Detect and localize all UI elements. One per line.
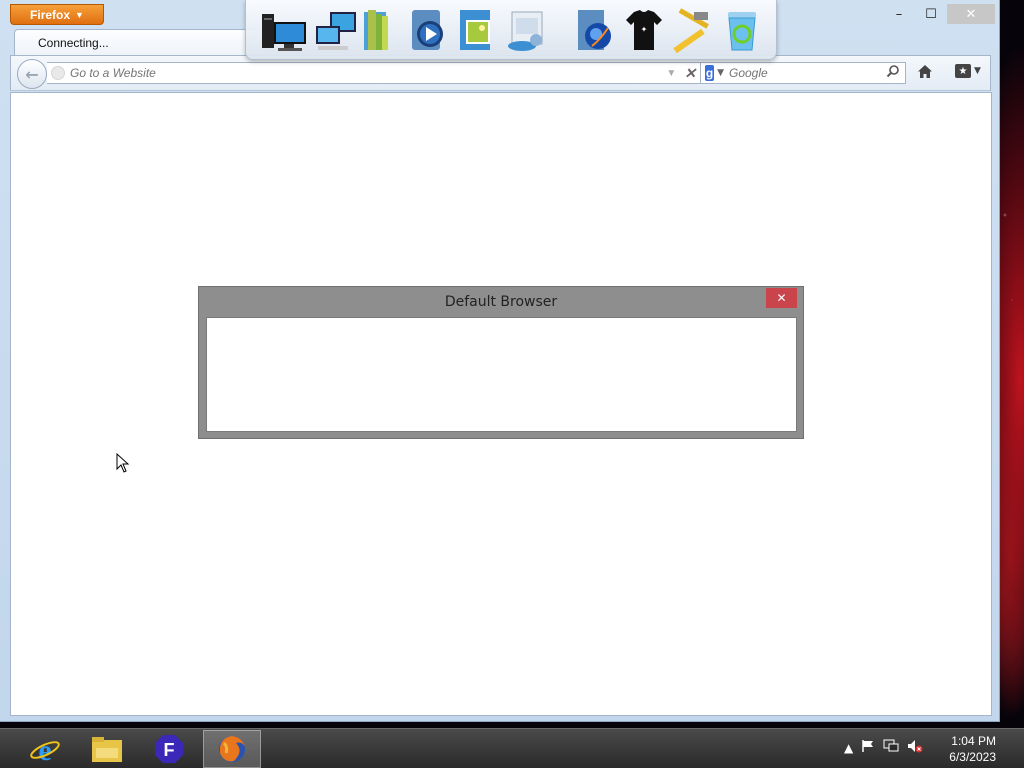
file-explorer-icon[interactable] [78,730,136,768]
internet-globe-icon[interactable] [572,6,620,54]
firefox-menu-label: Firefox [30,7,71,22]
clock[interactable]: 1:04 PM 6/3/2023 [949,733,996,765]
app-dock: ✦ [245,0,777,60]
close-window-button[interactable]: ✕ [947,4,995,24]
firefox-icon[interactable] [203,730,261,768]
firefox-menu-button[interactable]: Firefox ▼ [10,4,104,25]
minimize-button[interactable]: – [883,4,915,24]
default-browser-dialog: Default Browser ✕ [198,286,804,439]
maximize-button[interactable]: ☐ [915,4,947,24]
back-button[interactable]: ← [17,59,47,89]
media-player-icon[interactable] [404,6,452,54]
svg-text:e: e [38,734,51,765]
url-bar[interactable]: ▼ ✕ [47,62,702,84]
show-hidden-icons-arrow[interactable]: ▲ [844,741,853,755]
tab-title: Connecting... [38,36,109,50]
recycle-bin-icon[interactable] [718,6,766,54]
dialog-title: Default Browser [444,294,558,310]
clock-time: 1:04 PM [951,734,996,748]
search-input[interactable] [729,66,886,80]
dialog-body [206,317,797,432]
window-controls: – ☐ ✕ [883,4,995,24]
stop-icon[interactable]: ✕ [684,65,696,82]
google-icon[interactable]: g [705,65,715,81]
browser-tab[interactable]: Connecting... [14,29,266,56]
computer-icon[interactable] [260,6,308,54]
back-arrow-icon: ← [25,64,39,84]
url-history-dropdown-icon[interactable]: ▼ [666,68,676,79]
pictures-icon[interactable] [452,6,500,54]
dialog-close-button[interactable]: ✕ [766,288,797,308]
search-bar[interactable]: g ▼ [700,62,906,84]
app-f-icon[interactable]: F [140,730,198,768]
control-panel-icon[interactable] [502,6,550,54]
network-icon[interactable] [312,6,360,54]
bookmarks-button[interactable]: ★ ▼ [955,64,981,78]
home-button[interactable] [917,64,933,84]
action-center-flag-icon[interactable] [861,739,875,756]
chevron-down-icon: ▼ [974,66,981,76]
site-identity-icon [51,66,65,80]
network-icon[interactable] [883,739,899,756]
library-icon[interactable] [356,6,404,54]
svg-text:✦: ✦ [641,25,648,34]
search-engine-dropdown-icon[interactable]: ▼ [717,68,724,78]
url-input[interactable] [70,66,667,80]
tools-icon[interactable] [668,6,716,54]
chevron-down-icon: ▼ [75,9,84,20]
clock-date: 6/3/2023 [949,750,996,764]
svg-text:F: F [164,740,175,760]
internet-explorer-icon[interactable]: e [16,730,74,768]
taskbar: e F ▲ 1:04 PM 6/3/2023 [0,728,1024,768]
navigation-toolbar: ← ▼ ✕ g ▼ ★ ▼ [10,55,991,91]
mouse-cursor-icon [116,452,130,477]
tshirt-icon[interactable]: ✦ [620,6,668,54]
bookmark-star-icon: ★ [955,64,971,78]
volume-muted-icon[interactable] [907,739,923,756]
system-tray: ▲ [844,739,923,756]
search-icon[interactable] [886,64,900,82]
home-icon [918,65,932,78]
